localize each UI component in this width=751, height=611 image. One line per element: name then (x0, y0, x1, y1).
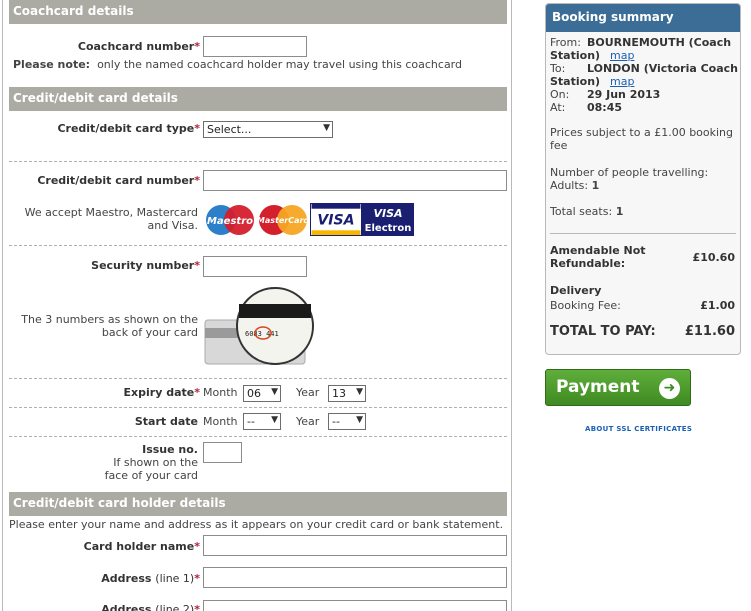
issue-number-label: Issue no. (142, 443, 198, 456)
payment-form: Coachcard details Coachcard number* Plea… (2, 0, 512, 611)
accepted-cards-text: We accept Maestro, Mastercard and Visa. (24, 206, 198, 232)
address-line1-input[interactable] (203, 567, 507, 588)
adults-row: Adults: 1 (550, 179, 600, 192)
address-line2-label: Address (line 2)* (101, 603, 200, 611)
from-map-link[interactable]: map (610, 49, 634, 62)
address-line2-input[interactable] (203, 600, 507, 611)
travel-date: 29 Jun 2013 (587, 88, 661, 101)
booking-fee-value: £1.00 (700, 299, 735, 312)
visa-electron-logo: VISA Electron (362, 203, 414, 236)
payment-button[interactable]: Payment ➜ (545, 369, 691, 406)
security-number-input[interactable] (203, 256, 307, 277)
svg-text:6083 441: 6083 441 (245, 330, 279, 338)
from-value-cont: Station) (550, 49, 601, 62)
booking-summary-header: Booking summary (546, 4, 740, 32)
holder-name-label: Card holder name* (83, 540, 200, 553)
expiry-month-select[interactable]: 06 ▼ (243, 385, 281, 402)
start-year-label: Year (296, 415, 320, 428)
card-section-header: Credit/debit card details (9, 87, 507, 111)
start-date-label: Start date (134, 415, 198, 428)
holder-section-header: Credit/debit card holder details (9, 492, 507, 516)
chevron-down-icon: ▼ (356, 415, 363, 425)
expiry-month-label: Month (203, 386, 238, 399)
coachcard-number-input[interactable] (203, 36, 307, 57)
booking-summary-panel: Booking summary From: BOURNEMOUTH (Coach… (545, 3, 741, 355)
security-number-label: Security number* (91, 259, 200, 272)
delivery-label: Delivery (550, 284, 602, 297)
svg-text:Electron: Electron (365, 223, 412, 234)
chevron-down-icon: ▼ (323, 123, 330, 133)
card-number-label: Credit/debit card number* (37, 174, 200, 187)
maestro-logo: Maestro (206, 205, 254, 235)
visa-logo: VISA (310, 203, 362, 236)
seats-row: Total seats: 1 (550, 205, 624, 218)
ssl-certificates-link[interactable]: ABOUT SSL CERTIFICATES (585, 425, 692, 433)
expiry-year-label: Year (296, 386, 320, 399)
svg-text:Maestro: Maestro (207, 216, 253, 227)
fee-note: Prices subject to a £1.00 booking fee (550, 126, 734, 152)
from-value: BOURNEMOUTH (Coach (587, 36, 732, 49)
people-label: Number of people travelling: (550, 166, 709, 179)
expiry-date-label: Expiry date* (123, 386, 200, 399)
to-value: LONDON (Victoria Coach (587, 62, 738, 75)
coachcard-number-label: Coachcard number* (77, 40, 200, 53)
total-label: TOTAL TO PAY: (550, 324, 656, 339)
address-line1-label: Address (line 1)* (101, 572, 200, 585)
coachcard-section-header: Coachcard details (9, 0, 507, 24)
start-year-select[interactable]: -- ▼ (328, 413, 366, 430)
on-label: On: (550, 88, 570, 101)
holder-name-input[interactable] (203, 535, 507, 556)
holder-intro: Please enter your name and address as it… (9, 518, 504, 531)
fare-value: £10.60 (692, 251, 735, 264)
to-map-link[interactable]: map (610, 75, 634, 88)
from-label: From: (550, 36, 581, 49)
at-label: At: (550, 101, 566, 114)
to-label: To: (550, 62, 566, 75)
total-value: £11.60 (684, 324, 735, 339)
expiry-year-select[interactable]: 13 ▼ (328, 385, 366, 402)
start-month-select[interactable]: -- ▼ (243, 413, 281, 430)
svg-text:VISA: VISA (373, 207, 402, 220)
svg-text:MasterCard: MasterCard (257, 216, 309, 225)
start-month-label: Month (203, 415, 238, 428)
payment-button-label: Payment (556, 377, 640, 397)
issue-number-hint: If shown on the face of your card (104, 456, 198, 482)
to-value-cont: Station) (550, 75, 601, 88)
coachcard-note: Please note: only the named coachcard ho… (13, 58, 462, 71)
card-back-security-illustration: 6083 441 (204, 287, 314, 365)
fare-label: Amendable Not Refundable: (550, 244, 646, 270)
card-number-input[interactable] (203, 170, 507, 191)
chevron-down-icon: ▼ (356, 387, 363, 397)
card-type-label: Credit/debit card type* (57, 122, 200, 135)
mastercard-logo: MasterCard (257, 205, 309, 235)
arrow-right-icon: ➜ (659, 378, 680, 399)
travel-time: 08:45 (587, 101, 623, 114)
chevron-down-icon: ▼ (271, 387, 278, 397)
svg-text:VISA: VISA (317, 213, 354, 229)
issue-number-input[interactable] (203, 442, 242, 463)
card-type-select[interactable]: Select... ▼ (203, 121, 333, 138)
chevron-down-icon: ▼ (271, 415, 278, 425)
booking-fee-label: Booking Fee: (550, 299, 621, 312)
security-hint: The 3 numbers as shown on the back of you… (21, 313, 198, 339)
